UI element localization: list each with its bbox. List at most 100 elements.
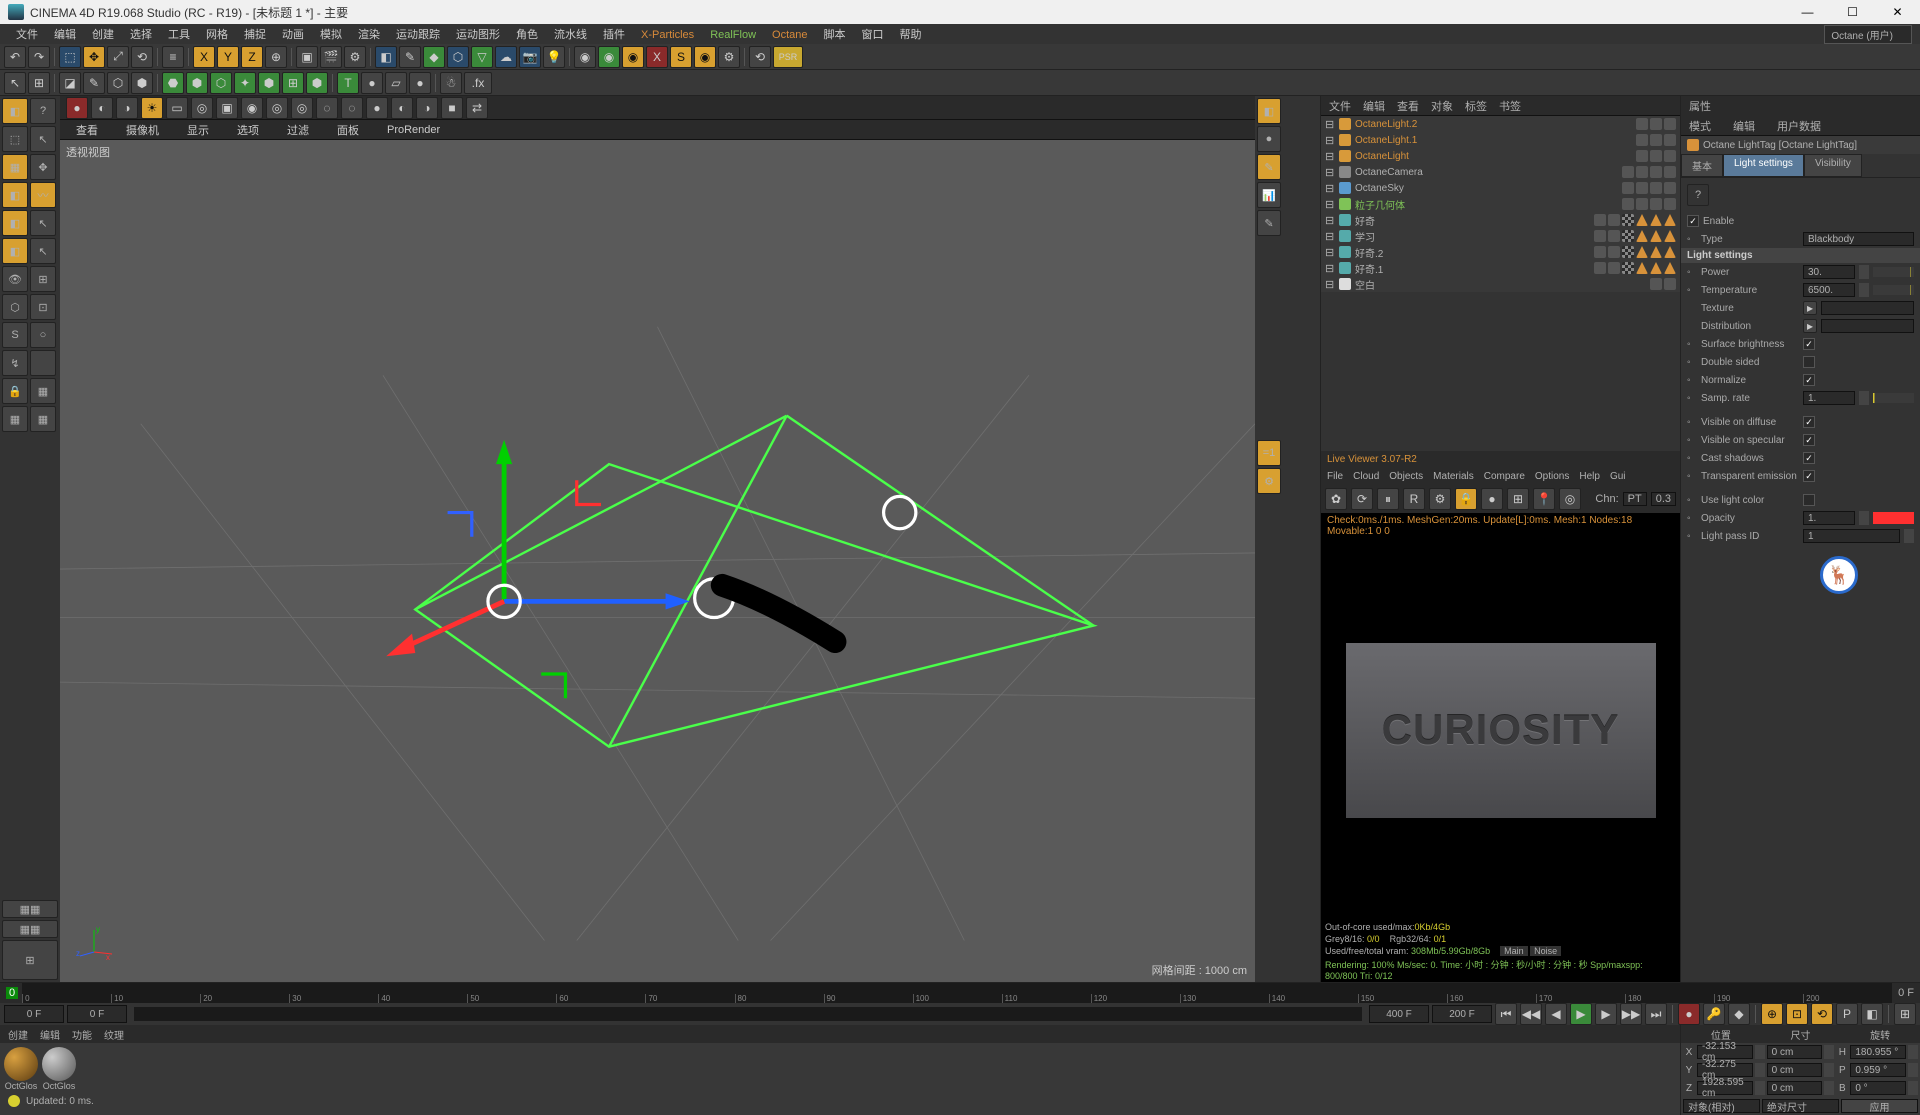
uv-poly-mode[interactable]: ↖	[30, 210, 56, 236]
cursor-mode[interactable]: ↖	[30, 126, 56, 152]
expand-icon[interactable]: ⊟	[1325, 262, 1335, 275]
iron-tool[interactable]: ⬢	[131, 72, 153, 94]
lv-menu-Help[interactable]: Help	[1579, 471, 1600, 482]
object-tree[interactable]: ⊟OctaneLight.2⊟OctaneLight.1⊟OctaneLight…	[1321, 116, 1680, 292]
psr-button[interactable]: PSR	[773, 46, 803, 68]
tag-icon[interactable]	[1650, 118, 1662, 130]
tag-icon[interactable]	[1650, 214, 1662, 226]
menu-Octane[interactable]: Octane	[764, 29, 815, 41]
samp-rate-spinner[interactable]	[1859, 391, 1869, 405]
expand-icon[interactable]: ⊟	[1325, 214, 1335, 227]
vp-menu-选项[interactable]: 选项	[229, 122, 267, 138]
range-start-field[interactable]: 0 F	[4, 1005, 64, 1023]
pin-icon[interactable]: 📍	[1533, 488, 1555, 510]
menu-编辑[interactable]: 编辑	[46, 29, 84, 41]
texture-mode[interactable]: ▦	[2, 154, 28, 180]
next-key-button[interactable]: ▶▶	[1620, 1003, 1642, 1025]
tag-icon[interactable]	[1622, 230, 1634, 242]
tag-icon[interactable]	[1636, 150, 1648, 162]
tag-icon[interactable]	[1636, 166, 1648, 178]
deformer-tool[interactable]: ▽	[471, 46, 493, 68]
surface-brightness-checkbox[interactable]: ✓	[1803, 338, 1815, 350]
tag-icon[interactable]	[1608, 262, 1620, 274]
poly-mode[interactable]: ◧	[2, 210, 28, 236]
attr-top-tab[interactable]: 用户数据	[1777, 118, 1821, 134]
scale-key-button[interactable]: ⊡	[1786, 1003, 1808, 1025]
opacity-field[interactable]: 1.	[1803, 511, 1855, 525]
brush-tool[interactable]: ✎	[83, 72, 105, 94]
visible-specular-checkbox[interactable]: ✓	[1803, 434, 1815, 446]
render-picture-button[interactable]: 🎬	[320, 46, 342, 68]
obj-menu-对象[interactable]: 对象	[1431, 98, 1453, 114]
attr-top-tab[interactable]: 编辑	[1733, 118, 1755, 134]
expand-icon[interactable]: ⊟	[1325, 230, 1335, 243]
tag-icon[interactable]	[1622, 214, 1634, 226]
tag-icon[interactable]	[1664, 182, 1676, 194]
mat-tab-功能[interactable]: 功能	[72, 1027, 92, 1042]
power-field[interactable]: 30.	[1803, 265, 1855, 279]
expand-icon[interactable]: ⊟	[1325, 150, 1335, 163]
menu-角色[interactable]: 角色	[508, 29, 546, 41]
matrix-tool[interactable]: ⊞	[282, 72, 304, 94]
pos-z-field[interactable]: 1928.595 cm	[1697, 1081, 1753, 1095]
texture-field[interactable]	[1821, 301, 1914, 315]
rotate-tool[interactable]: ⟲	[131, 46, 153, 68]
render-tool-0[interactable]: ●	[66, 97, 88, 119]
cube-display-icon[interactable]: ◧	[1257, 98, 1281, 124]
render-tool-13[interactable]: ◐	[391, 97, 413, 119]
materials-content[interactable]: OctGlos OctGlos	[0, 1043, 1680, 1115]
size-y-field[interactable]: 0 cm	[1767, 1063, 1823, 1077]
expand-icon[interactable]: ⊟	[1325, 198, 1335, 211]
menu-模拟[interactable]: 模拟	[312, 29, 350, 41]
object-row[interactable]: ⊟好奇	[1321, 212, 1680, 228]
xp-button[interactable]: X	[646, 46, 668, 68]
tag-icon[interactable]	[1594, 214, 1606, 226]
history-button[interactable]: ≡	[162, 46, 184, 68]
expand-icon[interactable]: ⊟	[1325, 278, 1335, 291]
power-slider[interactable]	[1873, 267, 1915, 277]
prev-frame-button[interactable]: ◀	[1545, 1003, 1567, 1025]
goto-end-button[interactable]: ⏭	[1645, 1003, 1667, 1025]
attr-tab-基本[interactable]: 基本	[1681, 154, 1723, 177]
tag-icon[interactable]	[1622, 166, 1634, 178]
pos-key-button[interactable]: ⊕	[1761, 1003, 1783, 1025]
render-tool-4[interactable]: ▭	[166, 97, 188, 119]
cast-shadows-checkbox[interactable]: ✓	[1803, 452, 1815, 464]
attr-top-tab[interactable]: 模式	[1689, 118, 1711, 134]
viewport-solo[interactable]: 👁	[2, 266, 28, 292]
tag-icon[interactable]	[1594, 246, 1606, 258]
rot-key-button[interactable]: ⟲	[1811, 1003, 1833, 1025]
samp-rate-field[interactable]: 1.	[1803, 391, 1855, 405]
minimize-button[interactable]: —	[1785, 0, 1830, 24]
object-row[interactable]: ⊟好奇.1	[1321, 260, 1680, 276]
menu-动画[interactable]: 动画	[274, 29, 312, 41]
camera-tool[interactable]: 📷	[519, 46, 541, 68]
character-tool[interactable]: ☃	[440, 72, 462, 94]
object-row[interactable]: ⊟OctaneLight	[1321, 148, 1680, 164]
window-icon[interactable]: ⊞	[1507, 488, 1529, 510]
preview-start-field[interactable]: 0 F	[67, 1005, 127, 1023]
transparent-emission-checkbox[interactable]: ✓	[1803, 470, 1815, 482]
temperature-field[interactable]: 6500.	[1803, 283, 1855, 297]
menu-RealFlow[interactable]: RealFlow	[702, 29, 764, 41]
magnet-tool[interactable]: ⬡	[107, 72, 129, 94]
xp-emitter-button[interactable]: ◉	[574, 46, 596, 68]
menu-流水线[interactable]: 流水线	[546, 29, 595, 41]
preset-grid[interactable]: ⊞	[2, 940, 58, 980]
lv-menu-Gui[interactable]: Gui	[1610, 471, 1626, 482]
help-button[interactable]: ?	[30, 98, 56, 124]
object-row[interactable]: ⊟OctaneCamera	[1321, 164, 1680, 180]
material-ball-1[interactable]	[4, 1047, 38, 1081]
object-row[interactable]: ⊟学习	[1321, 228, 1680, 244]
region-icon[interactable]: R	[1403, 488, 1425, 510]
mirror-tool[interactable]: ◪	[59, 72, 81, 94]
tag-icon[interactable]	[1594, 230, 1606, 242]
xp-cache-button[interactable]: ◉	[622, 46, 644, 68]
pos-y-field[interactable]: -32.275 cm	[1697, 1063, 1753, 1077]
pause-icon[interactable]: ⏸	[1377, 488, 1399, 510]
cube-primitive[interactable]: ◧	[375, 46, 397, 68]
coord-mode1-dropdown[interactable]: 对象(相对)	[1683, 1099, 1760, 1113]
obj-menu-书签[interactable]: 书签	[1499, 98, 1521, 114]
viewport[interactable]: 透视视图	[60, 140, 1255, 982]
x-axis-button[interactable]: X	[193, 46, 215, 68]
